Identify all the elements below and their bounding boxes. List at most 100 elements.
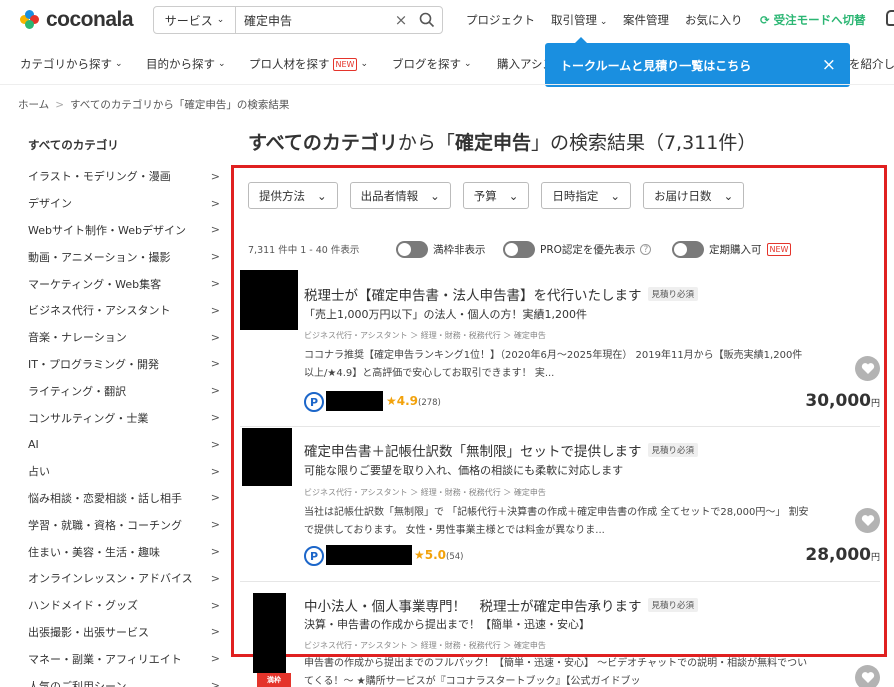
search-input[interactable]: 確定申告 (236, 12, 390, 29)
seller-name-redacted[interactable] (326, 391, 383, 411)
nav-project[interactable]: プロジェクト (466, 12, 535, 28)
sidebar-item[interactable]: マネー・副業・アフィリエイト > (28, 645, 224, 672)
new-badge: NEW (766, 243, 792, 256)
clear-search-icon[interactable]: × (390, 11, 412, 29)
sidebar-item[interactable]: 住まい・美容・生活・趣味 > (28, 538, 224, 565)
subnav-pros[interactable]: プロ人材を探す NEW ⌄ (249, 56, 368, 72)
chevron-down-icon: ⌄ (360, 59, 368, 69)
subnav-category[interactable]: カテゴリから探す ⌄ (20, 56, 123, 72)
toggle-pro-first[interactable]: PRO認定を優先表示? (503, 241, 652, 258)
coconala-logo[interactable]: coconala (20, 8, 134, 32)
subnav-purpose[interactable]: 目的から探す ⌄ (146, 56, 226, 72)
service-listing[interactable]: 中小法人・個人事業専門！ 税理士が確定申告承ります 見積り必須 決算・申告書の作成… (240, 583, 880, 687)
service-listing[interactable]: 税理士が【確定申告書・法人申告書】を代行いたします 見積り必須 「売上1,000万… (240, 268, 880, 418)
service-listing[interactable]: 確定申告書＋記帳仕訳数「無制限」セットで提供します 見積り必須 可能な限りご要望を… (240, 428, 880, 580)
breadcrumb-current: すべてのカテゴリから「確定申告」の検索結果 (70, 99, 290, 111)
filter-label: 予算 (473, 188, 497, 203)
filter-budget[interactable]: 予算 ⌄ (462, 182, 530, 209)
chevron-right-icon: > (210, 571, 220, 585)
filter-delivery-days[interactable]: お届け日数 ⌄ (643, 182, 745, 209)
sidebar-item[interactable]: マーケティング・Web集客 > (28, 270, 224, 297)
chevron-right-icon: > (210, 598, 220, 612)
help-icon[interactable]: ? (640, 244, 652, 255)
favorite-heart-icon[interactable] (855, 665, 880, 687)
sidebar-item[interactable]: IT・プログラミング・開発 > (28, 351, 224, 378)
subnav-intro[interactable]: を紹介して (849, 56, 894, 72)
nav-jobs[interactable]: 案件管理 (623, 12, 669, 28)
toggle-switch[interactable] (672, 241, 704, 258)
favorite-heart-icon[interactable] (855, 508, 880, 533)
rating: ★4.9(278) (386, 394, 441, 408)
search-button[interactable] (412, 12, 442, 28)
listing-title[interactable]: 中小法人・個人事業専門！ 税理士が確定申告承ります 見積り必須 (304, 595, 699, 615)
chevron-down-icon: ⌄ (216, 15, 225, 25)
chevron-right-icon: > (210, 518, 220, 532)
sidebar-item[interactable]: オンラインレッスン・アドバイス > (28, 565, 224, 592)
chevron-right-icon: > (210, 303, 220, 317)
toggle-subscription[interactable]: 定期購入可 NEW (672, 241, 792, 258)
sidebar-item[interactable]: 学習・就職・資格・コーチング > (28, 511, 224, 538)
sidebar-item[interactable]: 出張撮影・出張サービス > (28, 619, 224, 646)
chevron-down-icon: ⌄ (317, 188, 327, 203)
receive-mode-toggle[interactable]: ⟳ 受注モードへ切替 (760, 12, 866, 28)
talkroom-tooltip[interactable]: トークルームと見積り一覧はこちら × (545, 37, 850, 87)
listing-catchcopy: 決算・申告書の作成から提出まで！【簡単・迅速・安心】 (304, 618, 590, 631)
search-scope-select[interactable]: サービス ⌄ (154, 7, 236, 33)
sidebar-item[interactable]: AI > (28, 431, 224, 458)
sidebar-item[interactable]: デザイン > (28, 190, 224, 217)
chevron-right-icon: > (210, 491, 220, 505)
listing-catchcopy: 「売上1,000万円以下」の法人・個人の方！実績1,200件 (304, 308, 587, 321)
chevron-right-icon: > (210, 679, 220, 687)
pro-badge-icon: P (304, 546, 324, 566)
toggle-switch[interactable] (396, 241, 428, 258)
chevron-right-icon: > (210, 545, 220, 559)
sidebar-item[interactable]: コンサルティング・士業 > (28, 404, 224, 431)
toggle-hide-full[interactable]: 満枠非表示 (396, 241, 486, 258)
service-thumbnail[interactable] (240, 270, 298, 330)
sidebar-item-label: マーケティング・Web集客 (28, 277, 162, 291)
price-value: 28,000 (805, 545, 871, 565)
service-thumbnail[interactable] (242, 428, 292, 486)
title-keyword: 確定申告 (454, 132, 531, 154)
sidebar-item[interactable]: ライティング・翻訳 > (28, 377, 224, 404)
toggle-switch[interactable] (503, 241, 535, 258)
service-thumbnail[interactable] (253, 593, 286, 673)
nav-deals-label: 取引管理 (551, 13, 597, 27)
sidebar-item-label: 出張撮影・出張サービス (28, 625, 149, 639)
price-value: 30,000 (805, 391, 871, 411)
sidebar-item[interactable]: 音楽・ナレーション > (28, 324, 224, 351)
filter-delivery-method[interactable]: 提供方法 ⌄ (248, 182, 338, 209)
filter-seller-info[interactable]: 出品者情報 ⌄ (349, 182, 451, 209)
filter-datetime[interactable]: 日時指定 ⌄ (541, 182, 632, 209)
sidebar-item[interactable]: 占い > (28, 458, 224, 485)
favorite-heart-icon[interactable] (855, 356, 880, 381)
listing-title-text: 中小法人・個人事業専門！ 税理士が確定申告承ります (304, 599, 642, 615)
bell-icon[interactable] (886, 10, 894, 26)
nav-deals[interactable]: 取引管理 ⌄ (551, 12, 607, 28)
filter-label: 出品者情報 (360, 188, 419, 203)
seller-name-redacted[interactable] (326, 545, 412, 565)
chevron-down-icon: ⌄ (610, 188, 621, 203)
sidebar-item-label: 占い (28, 465, 50, 479)
subnav-purpose-label: 目的から探す (146, 57, 215, 71)
sidebar-item-label: 音楽・ナレーション (28, 331, 127, 345)
close-icon[interactable]: × (822, 55, 836, 75)
listing-title[interactable]: 確定申告書＋記帳仕訳数「無制限」セットで提供します 見積り必須 (304, 440, 699, 460)
breadcrumb-home[interactable]: ホーム (18, 99, 49, 111)
sidebar-title[interactable]: すべてのカテゴリ (28, 136, 224, 163)
listing-title-text: 確定申告書＋記帳仕訳数「無制限」セットで提供します (304, 444, 642, 460)
sidebar-item[interactable]: Webサイト制作・Webデザイン > (28, 217, 224, 244)
sidebar-item[interactable]: イラスト・モデリング・漫画 > (28, 163, 224, 190)
listing-title[interactable]: 税理士が【確定申告書・法人申告書】を代行いたします 見積り必須 (304, 284, 699, 304)
listing-title-text: 税理士が【確定申告書・法人申告書】を代行いたします (304, 288, 642, 304)
listing-description: ココナラ推奨【確定申告ランキング1位！】（2020年6月〜2025年現在） 20… (304, 350, 803, 379)
subnav-blog[interactable]: ブログを探す ⌄ (392, 56, 472, 72)
sidebar-item[interactable]: ビジネス代行・アシスタント > (28, 297, 224, 324)
sidebar-item[interactable]: 動画・アニメーション・撮影 > (28, 243, 224, 270)
nav-favorites[interactable]: お気に入り (685, 12, 743, 28)
sidebar-item[interactable]: ハンドメイド・グッズ > (28, 592, 224, 619)
sidebar-item[interactable]: 人気のご利用シーン > (28, 672, 224, 687)
sidebar-item[interactable]: 悩み相談・恋愛相談・話し相手 > (28, 485, 224, 512)
review-count: (54) (446, 552, 464, 562)
listing-category-path: ビジネス代行・アシスタント ＞ 経理・財務・税務代行 ＞ 確定申告 (304, 488, 546, 497)
